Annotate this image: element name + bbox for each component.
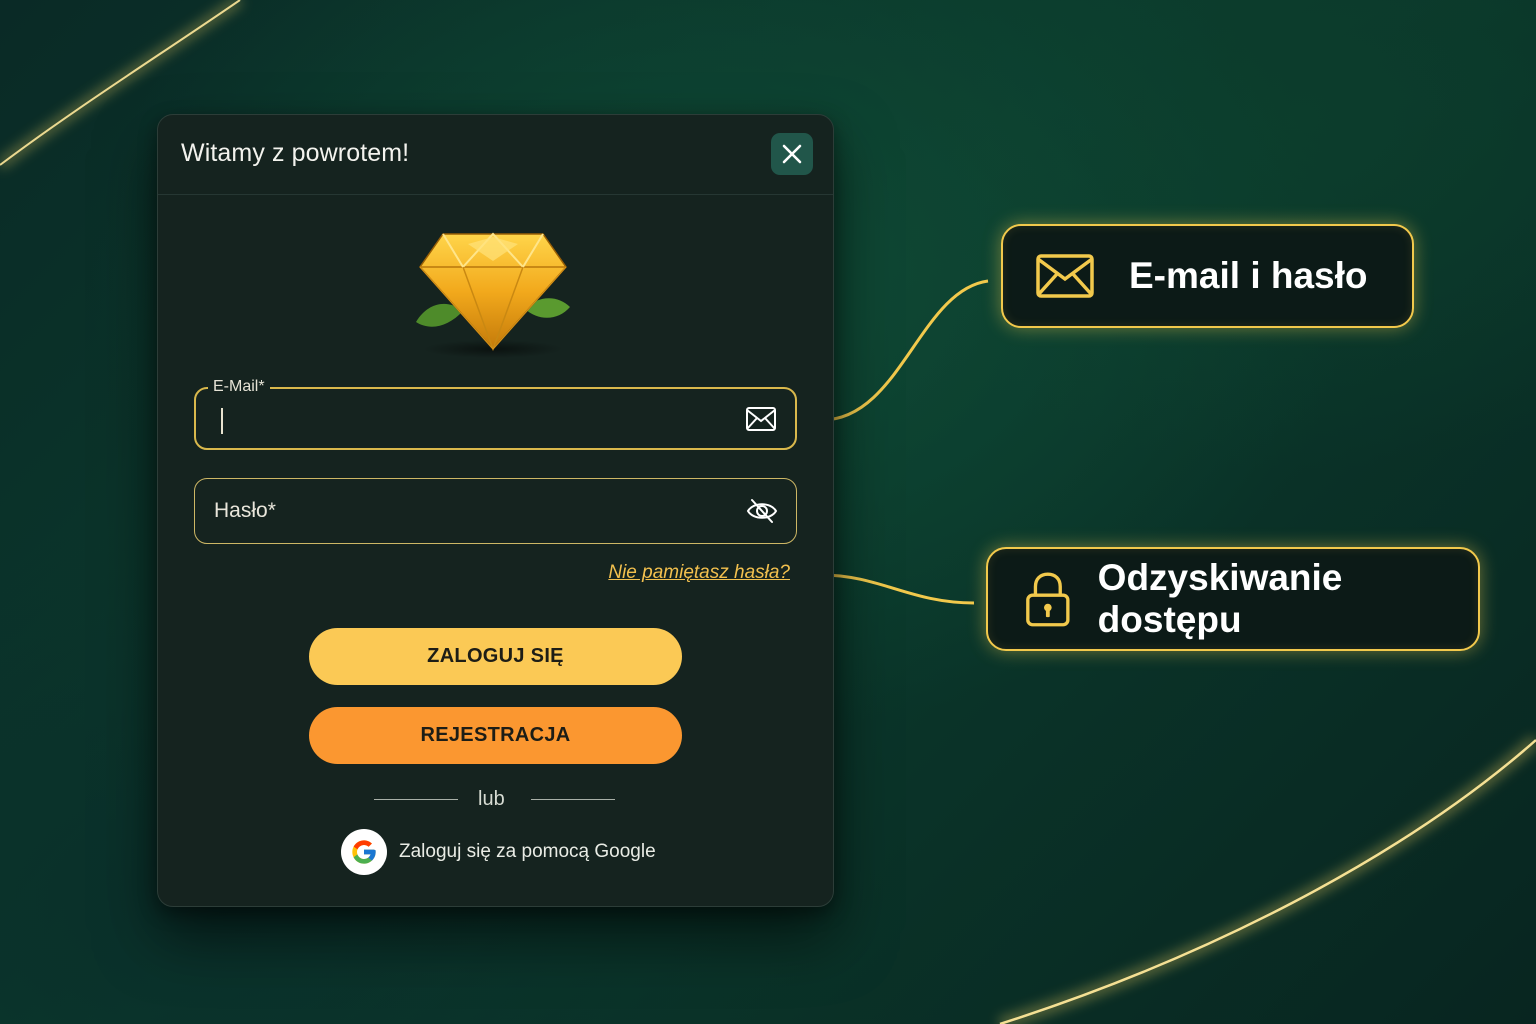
modal-header: Witamy z powrotem! bbox=[158, 115, 833, 195]
forgot-password-link[interactable]: Nie pamiętasz hasła? bbox=[608, 562, 790, 584]
close-button[interactable] bbox=[771, 133, 813, 175]
envelope-icon bbox=[746, 407, 776, 431]
divider-line-right bbox=[531, 799, 615, 800]
register-button[interactable]: REJESTRACJA bbox=[309, 707, 682, 764]
divider-line-left bbox=[374, 799, 458, 800]
password-field[interactable]: Hasło* bbox=[194, 478, 797, 544]
lock-icon bbox=[1026, 572, 1070, 627]
google-login-label: Zaloguj się za pomocą Google bbox=[399, 841, 656, 862]
diamond-icon bbox=[416, 232, 570, 358]
envelope-icon bbox=[1036, 254, 1094, 298]
connector-recovery bbox=[820, 573, 975, 605]
google-login-button[interactable]: Zaloguj się za pomocą Google bbox=[341, 829, 656, 875]
diamond-logo bbox=[408, 227, 578, 362]
eye-slash-icon[interactable] bbox=[746, 496, 778, 526]
divider-text: lub bbox=[478, 788, 505, 810]
modal-title: Witamy z powrotem! bbox=[181, 139, 410, 167]
callout-email-password: E-mail i hasło bbox=[1001, 224, 1414, 328]
callout-account-recovery: Odzyskiwanie dostępu bbox=[986, 547, 1480, 651]
callout-recovery-label: Odzyskiwanie dostępu bbox=[1097, 557, 1343, 640]
email-label: E-Mail* bbox=[208, 378, 270, 396]
google-icon bbox=[352, 840, 376, 864]
close-icon bbox=[782, 144, 802, 164]
connector-email bbox=[821, 279, 989, 422]
text-caret bbox=[221, 408, 223, 434]
email-field[interactable]: E-Mail* bbox=[194, 378, 797, 450]
callout-email-label: E-mail i hasło bbox=[1129, 255, 1368, 296]
login-modal: Witamy z powrotem! E-Mail* Hasło* Nie pa… bbox=[157, 114, 834, 907]
google-logo bbox=[341, 829, 387, 875]
password-placeholder: Hasło* bbox=[214, 499, 276, 522]
login-button[interactable]: ZALOGUJ SIĘ bbox=[309, 628, 682, 685]
